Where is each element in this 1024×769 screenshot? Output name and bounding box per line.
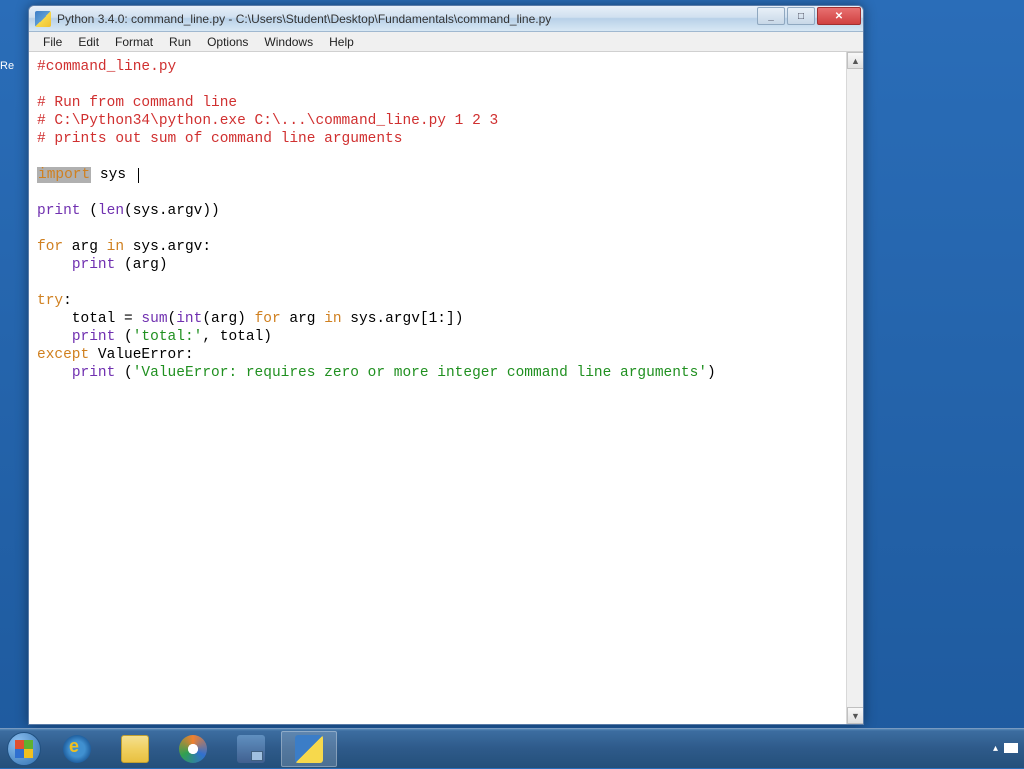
code-text: (sys.argv)): [124, 203, 220, 219]
menu-format[interactable]: Format: [107, 33, 161, 51]
taskbar-item-remote[interactable]: [223, 731, 279, 767]
vertical-scrollbar[interactable]: ▲ ▼: [846, 52, 863, 724]
code-line: # C:\Python34\python.exe C:\...\command_…: [37, 113, 498, 129]
code-text: [37, 329, 72, 345]
menu-options[interactable]: Options: [199, 33, 256, 51]
code-text: (arg): [202, 311, 254, 327]
action-center-icon[interactable]: [1004, 743, 1018, 753]
taskbar: ▴: [0, 728, 1024, 768]
code-content[interactable]: #command_line.py # Run from command line…: [29, 52, 863, 388]
code-line: # prints out sum of command line argumen…: [37, 131, 402, 147]
ie-icon: [63, 735, 91, 763]
code-text: (: [115, 329, 132, 345]
menubar: File Edit Format Run Options Windows Hel…: [29, 32, 863, 52]
menu-run[interactable]: Run: [161, 33, 199, 51]
code-keyword: try: [37, 293, 63, 309]
maximize-button[interactable]: □: [787, 7, 815, 25]
code-text: arg: [281, 311, 325, 327]
code-text: sys.argv[1:]): [342, 311, 464, 327]
code-text: total =: [37, 311, 141, 327]
scroll-up-button[interactable]: ▲: [847, 52, 863, 69]
code-keyword: in: [107, 239, 124, 255]
code-builtin: int: [176, 311, 202, 327]
scroll-down-button[interactable]: ▼: [847, 707, 863, 724]
code-text: sys: [91, 167, 126, 183]
window-controls: _ □ ✕: [757, 7, 861, 25]
taskbar-item-media-player[interactable]: [165, 731, 221, 767]
media-player-icon: [179, 735, 207, 763]
menu-file[interactable]: File: [35, 33, 70, 51]
code-string: 'total:': [133, 329, 203, 345]
code-text: (: [81, 203, 98, 219]
remote-desktop-icon: [237, 735, 265, 763]
tray-show-hidden-icon[interactable]: ▴: [993, 743, 998, 754]
code-keyword: for: [37, 239, 63, 255]
code-line: #command_line.py: [37, 59, 176, 75]
menu-windows[interactable]: Windows: [256, 33, 321, 51]
start-orb-icon: [7, 732, 41, 766]
code-text: [37, 365, 72, 381]
code-keyword: except: [37, 347, 89, 363]
menu-help[interactable]: Help: [321, 33, 362, 51]
code-text: :: [63, 293, 72, 309]
code-builtin: print: [37, 203, 81, 219]
taskbar-item-explorer[interactable]: [107, 731, 163, 767]
python-icon: [35, 11, 51, 27]
background-partial-text: Re: [0, 60, 28, 80]
system-tray: ▴: [993, 728, 1018, 768]
code-string: 'ValueError: requires zero or more integ…: [133, 365, 707, 381]
python-icon: [295, 735, 323, 763]
code-keyword: in: [324, 311, 341, 327]
code-text: (: [115, 365, 132, 381]
windows-flag-icon: [15, 740, 33, 758]
code-text: ValueError:: [89, 347, 193, 363]
taskbar-item-python-idle[interactable]: [281, 731, 337, 767]
window-title: Python 3.4.0: command_line.py - C:\Users…: [57, 12, 551, 26]
taskbar-item-ie[interactable]: [49, 731, 105, 767]
code-text: , total): [202, 329, 272, 345]
minimize-button[interactable]: _: [757, 7, 785, 25]
code-builtin: sum: [141, 311, 167, 327]
idle-window: Python 3.4.0: command_line.py - C:\Users…: [28, 5, 864, 725]
code-keyword-selected: import: [37, 167, 91, 183]
code-text: sys.argv:: [124, 239, 211, 255]
code-builtin: len: [98, 203, 124, 219]
start-button[interactable]: [0, 729, 48, 769]
code-line: # Run from command line: [37, 95, 237, 111]
close-button[interactable]: ✕: [817, 7, 861, 25]
text-cursor: [138, 168, 139, 183]
menu-edit[interactable]: Edit: [70, 33, 107, 51]
code-builtin: print: [72, 257, 116, 273]
folder-icon: [121, 735, 149, 763]
code-text: (: [168, 311, 177, 327]
code-builtin: print: [72, 365, 116, 381]
titlebar[interactable]: Python 3.4.0: command_line.py - C:\Users…: [29, 6, 863, 32]
code-builtin: print: [72, 329, 116, 345]
editor-area[interactable]: #command_line.py # Run from command line…: [29, 52, 863, 724]
code-text: [37, 257, 72, 273]
code-text: (arg): [115, 257, 167, 273]
code-keyword: for: [255, 311, 281, 327]
code-text: arg: [63, 239, 107, 255]
code-text: ): [707, 365, 716, 381]
